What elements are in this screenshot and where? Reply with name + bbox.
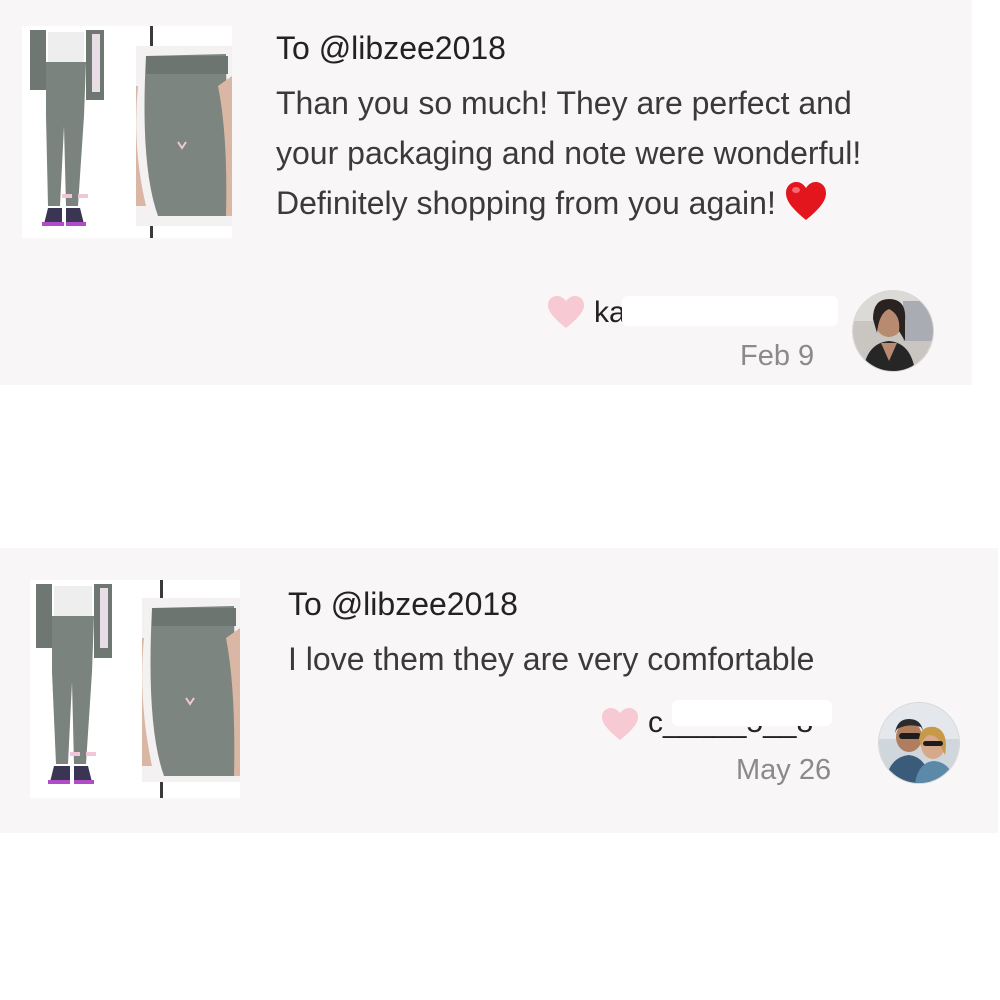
review-comment: I love them they are very comfortable [288,634,978,684]
review-comment-text: Than you so much! They are perfect and y… [276,85,862,221]
heart-outline-icon[interactable] [600,706,640,747]
leggings-product-image [22,26,232,238]
review-date: May 26 [736,754,832,786]
review-comment-text: I love them they are very comfortable [288,641,815,677]
screenshot-canvas: To @libzee2018 Than you so much! They ar… [0,0,1000,1000]
review-date: Feb 9 [740,340,815,372]
review-comment: Than you so much! They are perfect and y… [276,78,916,236]
reviewer-avatar[interactable] [878,702,960,784]
username-redaction [672,700,832,726]
review-recipient: To @libzee2018 [276,30,506,66]
leggings-product-image [30,580,240,798]
username-redaction [622,296,838,326]
reviewer-avatar[interactable] [852,290,934,372]
product-thumbnail[interactable] [30,580,240,798]
heart-outline-icon[interactable] [546,294,586,335]
product-thumbnail[interactable] [22,26,232,238]
review-recipient: To @libzee2018 [288,586,518,622]
red-heart-icon [784,180,828,236]
